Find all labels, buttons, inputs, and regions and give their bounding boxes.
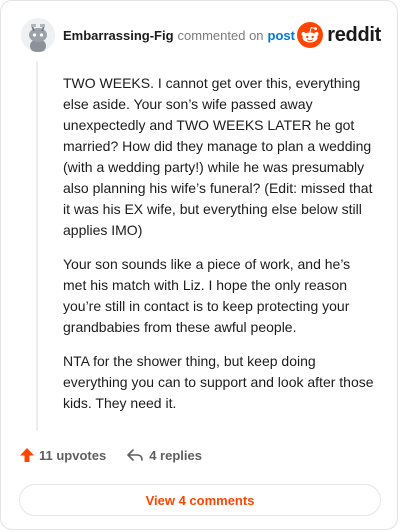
snoo-avatar-icon <box>21 18 55 52</box>
comment-paragraph: Your son sounds like a piece of work, an… <box>63 256 351 335</box>
replies-count: 4 replies <box>149 447 202 463</box>
reddit-logo[interactable]: reddit <box>297 22 381 48</box>
comment-paragraph: TWO WEEKS. I cannot get over this, every… <box>63 75 373 238</box>
upvote-count: 11 upvotes <box>39 447 107 463</box>
reply-arrow-icon <box>127 449 144 461</box>
replies-button[interactable]: 4 replies <box>126 447 202 463</box>
upvote-button[interactable]: 11 upvotes <box>19 447 106 463</box>
avatar[interactable] <box>21 18 55 52</box>
comment-paragraph: NTA for the shower thing, but keep doing… <box>63 353 374 411</box>
comment-header: Embarrassing-Fig commented on post reddi… <box>21 17 381 53</box>
view-comments-button[interactable]: View 4 comments <box>19 484 381 516</box>
comment-meta: Embarrassing-Fig commented on post <box>63 28 295 43</box>
comment-body: TWO WEEKS. I cannot get over this, every… <box>63 73 375 427</box>
username[interactable]: Embarrassing-Fig <box>63 28 174 43</box>
thread-line <box>36 61 38 431</box>
post-link[interactable]: post <box>268 28 295 43</box>
logo-text: reddit <box>327 23 381 46</box>
reddit-snoo-icon <box>297 22 324 48</box>
arrow-up-icon <box>20 448 34 462</box>
comment-actions: 11 upvotes 4 replies <box>19 447 202 463</box>
action-text: commented on <box>177 27 264 43</box>
comment-card: Embarrassing-Fig commented on post reddi… <box>0 0 398 530</box>
